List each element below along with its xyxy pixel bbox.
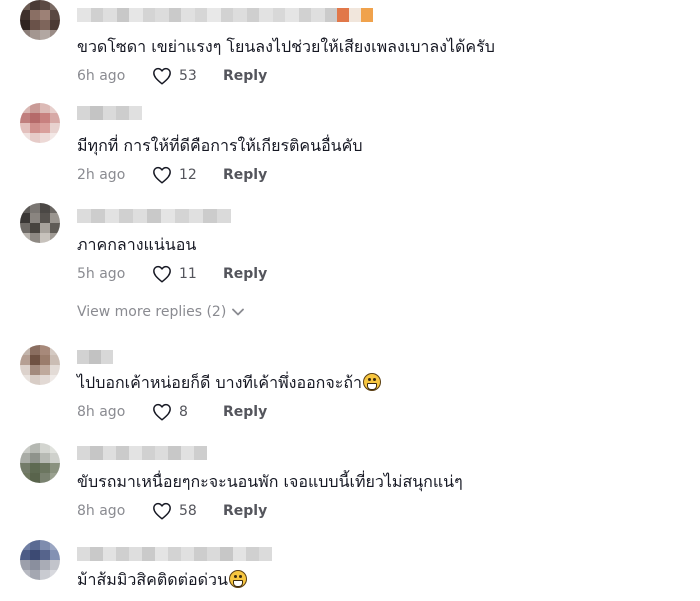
comment-text: ม้าส้มมิวสิคติดต่อด่วน xyxy=(77,569,247,591)
comment-text: ขับรถมาเหนื่อยๆกะจะนอนพัก เจอแบบนี้เที่ย… xyxy=(77,472,463,491)
avatar[interactable] xyxy=(20,443,60,483)
like-button[interactable]: 8 xyxy=(152,403,219,421)
comment-time: 8h ago xyxy=(77,503,126,519)
reply-button[interactable]: Reply xyxy=(223,167,267,183)
comment-text-content: ไปบอกเค้าหน่อยก็ดี บางทีเค้าพึ่งออกจะถ้า xyxy=(77,373,363,392)
like-count: 58 xyxy=(179,503,197,519)
like-button[interactable]: 11 xyxy=(152,265,219,283)
comment-text: ภาคกลางแน่นอน xyxy=(77,235,197,254)
heart-outline-icon xyxy=(153,502,171,520)
comment-meta: 8h ago 58 Reply xyxy=(77,501,267,521)
username-blurred[interactable] xyxy=(77,446,207,460)
heart-outline-icon xyxy=(153,67,171,85)
avatar[interactable] xyxy=(20,540,60,580)
view-more-replies-label: View more replies (2) xyxy=(77,304,227,320)
username-blurred[interactable] xyxy=(77,547,272,561)
reply-button[interactable]: Reply xyxy=(223,266,267,282)
comment-text: ไปบอกเค้าหน่อยก็ดี บางทีเค้าพึ่งออกจะถ้า xyxy=(77,372,382,394)
username-blurred[interactable] xyxy=(77,106,142,120)
username-blurred[interactable] xyxy=(77,8,373,22)
reply-button[interactable]: Reply xyxy=(223,503,267,519)
heart-outline-icon xyxy=(153,403,171,421)
comment-time: 2h ago xyxy=(77,167,126,183)
like-button[interactable]: 58 xyxy=(152,502,219,520)
like-count: 53 xyxy=(179,68,197,84)
grinning-face-emoji xyxy=(363,373,382,391)
like-count: 11 xyxy=(179,266,197,282)
username-blurred[interactable] xyxy=(77,350,113,364)
comment-time: 6h ago xyxy=(77,68,126,84)
like-count: 8 xyxy=(179,404,188,420)
chevron-down-icon xyxy=(232,308,245,316)
comment-meta: 6h ago 53 Reply xyxy=(77,66,267,86)
comment-text: มีทุกที่ การให้ที่ดีคือการให้เกียรติคนอื… xyxy=(77,136,363,155)
avatar[interactable] xyxy=(20,345,60,385)
avatar[interactable] xyxy=(20,203,60,243)
heart-outline-icon xyxy=(153,166,171,184)
grinning-face-emoji xyxy=(228,570,247,588)
like-button[interactable]: 12 xyxy=(152,166,219,184)
heart-outline-icon xyxy=(153,265,171,283)
comment-time: 8h ago xyxy=(77,404,126,420)
like-count: 12 xyxy=(179,167,197,183)
reply-button[interactable]: Reply xyxy=(223,68,267,84)
avatar[interactable] xyxy=(20,0,60,40)
comment-time: 5h ago xyxy=(77,266,126,282)
reply-button[interactable]: Reply xyxy=(223,404,267,420)
username-blurred[interactable] xyxy=(77,209,231,223)
comment-text: ขวดโซดา เขย่าแรงๆ โยนลงไปช่วยให้เสียงเพล… xyxy=(77,37,495,56)
comment-meta: 5h ago 11 Reply xyxy=(77,264,267,284)
like-button[interactable]: 53 xyxy=(152,67,219,85)
view-more-replies-button[interactable]: View more replies (2) xyxy=(77,304,245,320)
comment-meta: 8h ago 8 Reply xyxy=(77,402,267,422)
comment-meta: 2h ago 12 Reply xyxy=(77,165,267,185)
comment-text-content: ม้าส้มมิวสิคติดต่อด่วน xyxy=(77,570,228,589)
avatar[interactable] xyxy=(20,103,60,143)
